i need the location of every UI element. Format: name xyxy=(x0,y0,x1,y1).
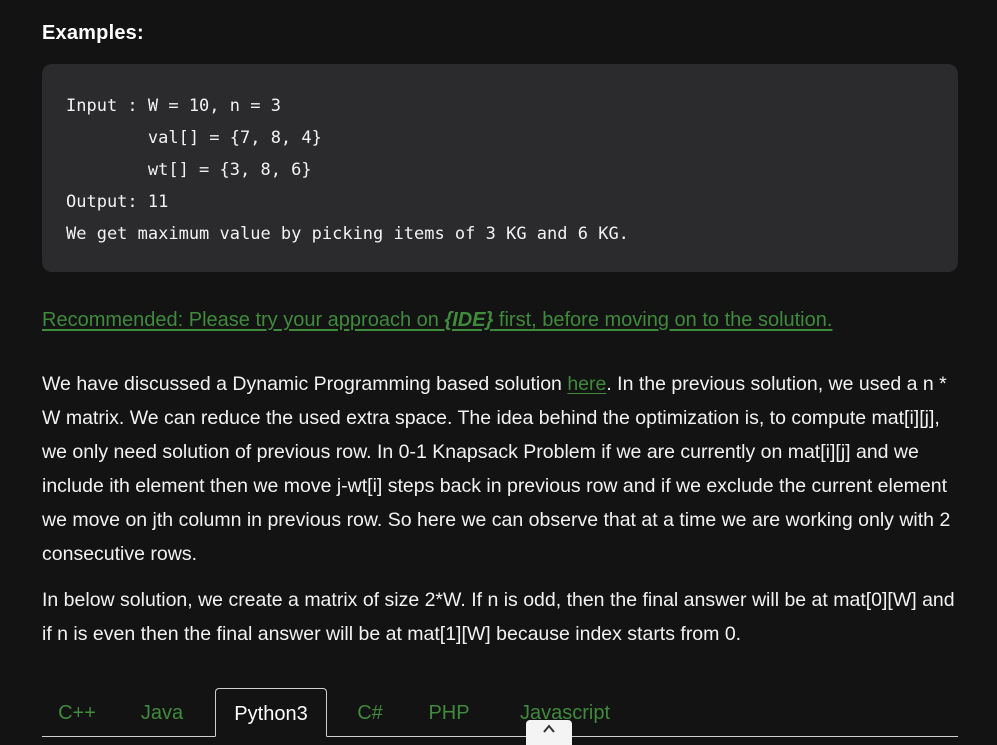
recommended-suffix: first, before moving on to the solution. xyxy=(493,309,833,331)
tab-cpp[interactable]: C++ xyxy=(42,688,112,736)
recommended-prefix: Recommended: Please try your approach on xyxy=(42,309,445,331)
tab-java[interactable]: Java xyxy=(126,688,198,736)
code-line-wt: wt[] = {3, 8, 6} xyxy=(66,160,312,180)
examples-heading: Examples: xyxy=(42,22,144,44)
here-link[interactable]: here xyxy=(567,373,606,395)
recommended-ide-link[interactable]: Recommended: Please try your approach on… xyxy=(42,306,832,334)
scroll-up-button[interactable] xyxy=(526,720,572,745)
tab-php[interactable]: PHP xyxy=(414,688,484,736)
code-line-output: Output: 11 xyxy=(66,192,169,212)
paragraph1-before-link: We have discussed a Dynamic Programming … xyxy=(42,373,568,395)
code-line-explanation: We get maximum value by picking items of… xyxy=(66,224,629,244)
paragraph1-after-link: . In the previous solution, we used a n … xyxy=(42,373,951,565)
tabs-divider xyxy=(42,736,958,737)
code-line-input: Input : W = 10, n = 3 xyxy=(66,96,281,116)
tab-csharp[interactable]: C# xyxy=(344,688,396,736)
chevron-up-icon xyxy=(543,724,555,733)
recommended-ide-text: {IDE} xyxy=(444,309,494,331)
tab-python3[interactable]: Python3 xyxy=(215,688,327,737)
article-page: Examples: Input : W = 10, n = 3 val[] = … xyxy=(0,0,997,745)
language-tabs: C++ Java Python3 C# PHP Javascript xyxy=(42,688,958,745)
solution-paragraph: In below solution, we create a matrix of… xyxy=(42,589,955,645)
explanation-paragraph: We have discussed a Dynamic Programming … xyxy=(42,367,962,571)
example-code-block: Input : W = 10, n = 3 val[] = {7, 8, 4} … xyxy=(42,64,958,272)
code-line-val: val[] = {7, 8, 4} xyxy=(66,128,322,148)
